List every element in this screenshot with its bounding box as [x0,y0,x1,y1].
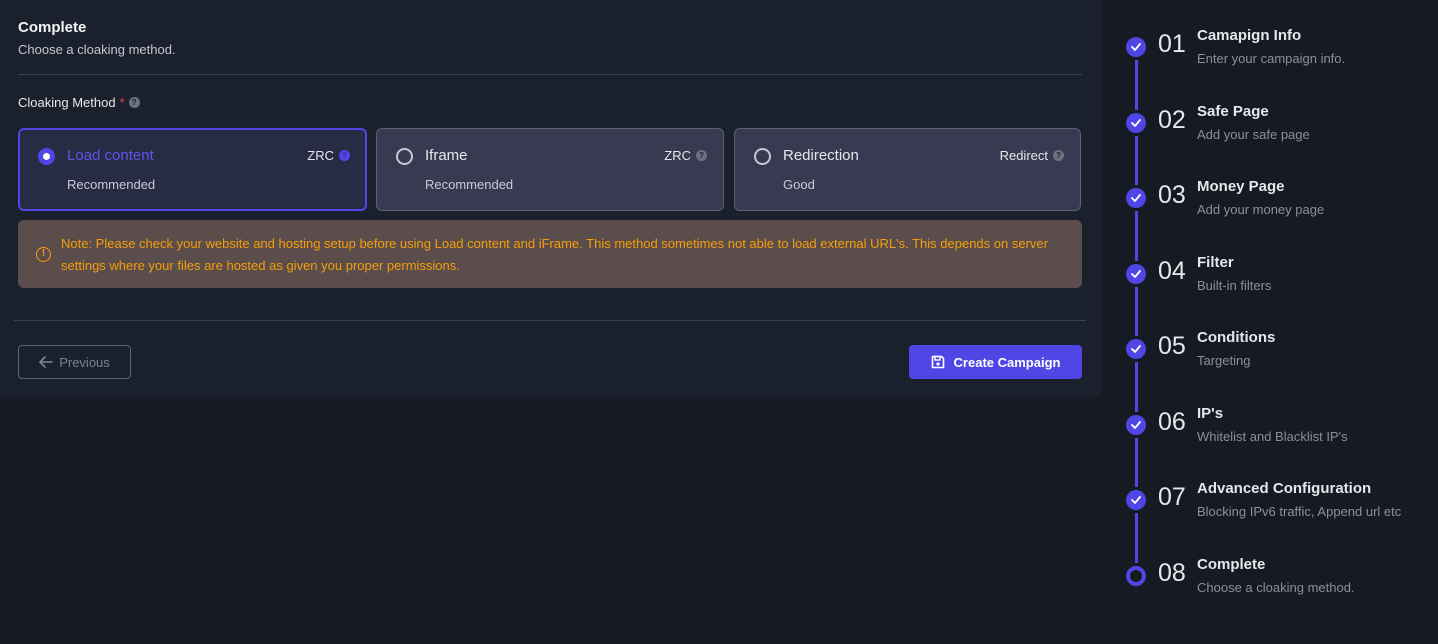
option-tag: Redirect ? [1000,148,1064,163]
option-name: Redirection [783,147,859,164]
step-number: 01 [1158,30,1186,58]
step-title: Safe Page [1197,102,1269,120]
step-title: Advanced Configuration [1197,480,1372,497]
divider [14,320,1086,321]
step-06[interactable]: 06 IP's Whitelist and Blacklist IP's [1102,388,1438,448]
step-current-icon [1126,565,1146,586]
step-description: Whitelist and Blacklist IP's [1197,428,1348,444]
warning-circle-icon: ! [36,247,51,262]
create-campaign-label: Create Campaign [953,354,1061,370]
previous-button[interactable]: Previous [18,345,131,379]
step-number: 03 [1158,181,1186,209]
cloaking-method-label: Cloaking Method * ? [18,95,140,110]
step-description: Targeting [1197,353,1251,368]
step-04[interactable]: 04 Filter Built-in filters [1102,237,1438,297]
help-icon[interactable]: ? [339,150,350,161]
step-number: 06 [1158,407,1186,436]
cloaking-method-options: Load content Recommended ZRC ? Iframe Re… [18,128,1081,211]
radio-selected-icon[interactable] [38,148,55,165]
step-number: 05 [1158,332,1186,360]
step-check-icon [1126,37,1146,57]
save-icon [931,355,944,369]
option-load-content[interactable]: Load content Recommended ZRC ? [18,128,367,211]
option-tag-text: ZRC [664,148,691,163]
step-description: Built-in filters [1197,277,1272,293]
page-subtitle: Choose a cloaking method. [18,42,176,57]
create-campaign-button[interactable]: Create Campaign [909,345,1082,379]
step-title: Filter [1197,253,1234,271]
option-tag: ZRC ? [664,148,707,163]
step-title: Conditions [1197,329,1276,346]
campaign-stepper: 01 Camapign Info Enter your campaign info.… [1102,0,1438,610]
help-icon[interactable]: ? [1053,150,1064,161]
option-tag: ZRC ? [307,148,350,163]
step-description: Add your safe page [1197,126,1310,142]
step-08[interactable]: 08 Complete Choose a cloaking method. [1102,539,1438,599]
option-name: Iframe [425,147,468,164]
option-redirection[interactable]: Redirection Good Redirect ? [734,128,1081,211]
option-desc: Recommended [425,177,514,192]
warning-note-text: Note: Please check your website and host… [61,236,1048,273]
step-number: 08 [1158,558,1186,587]
step-03[interactable]: 03 Money Page Add your money page [1102,161,1438,221]
step-description: Choose a cloaking method. [1197,579,1355,595]
field-label-text: Cloaking Method [18,95,116,110]
step-02[interactable]: 02 Safe Page Add your safe page [1102,86,1438,146]
step-check-icon [1126,112,1146,133]
step-description: Add your money page [1197,202,1325,217]
radio-icon[interactable] [754,148,771,165]
campaign-step-card: Complete Choose a cloaking method. Cloak… [0,0,1102,399]
step-number: 04 [1158,256,1186,285]
help-icon[interactable]: ? [128,97,140,108]
step-number: 02 [1158,105,1186,134]
step-number: 07 [1158,483,1186,511]
option-iframe[interactable]: Iframe Recommended ZRC ? [376,128,724,211]
step-07[interactable]: 07 Advanced Configuration Blocking IPv6 tr… [1102,463,1438,523]
step-check-icon [1126,490,1146,510]
previous-button-label: Previous [59,354,110,370]
step-check-icon [1126,263,1146,284]
option-name: Load content [67,147,154,164]
step-description: Blocking IPv6 traffic, Append url etc [1197,504,1402,519]
warning-note: ! Note: Please check your website and ho… [18,220,1082,288]
step-title: Complete [1197,555,1266,573]
help-icon[interactable]: ? [696,150,707,161]
step-01[interactable]: 01 Camapign Info Enter your campaign info. [1102,10,1438,70]
option-tag-text: ZRC [307,148,334,163]
step-check-icon [1126,414,1146,435]
step-title: IP's [1197,404,1224,422]
required-mark: * [119,95,125,110]
step-title: Camapign Info [1197,27,1302,44]
option-tag-text: Redirect [999,148,1048,163]
step-05[interactable]: 05 Conditions Targeting [1102,312,1438,372]
divider [18,74,1082,75]
step-title: Money Page [1197,178,1285,195]
page-title: Complete [18,19,87,36]
radio-icon[interactable] [396,148,413,165]
arrow-left-icon [39,356,54,368]
option-desc: Good [783,177,815,192]
step-description: Enter your campaign info. [1197,51,1346,66]
option-desc: Recommended [67,177,156,192]
step-check-icon [1126,339,1146,359]
step-check-icon [1126,188,1146,208]
